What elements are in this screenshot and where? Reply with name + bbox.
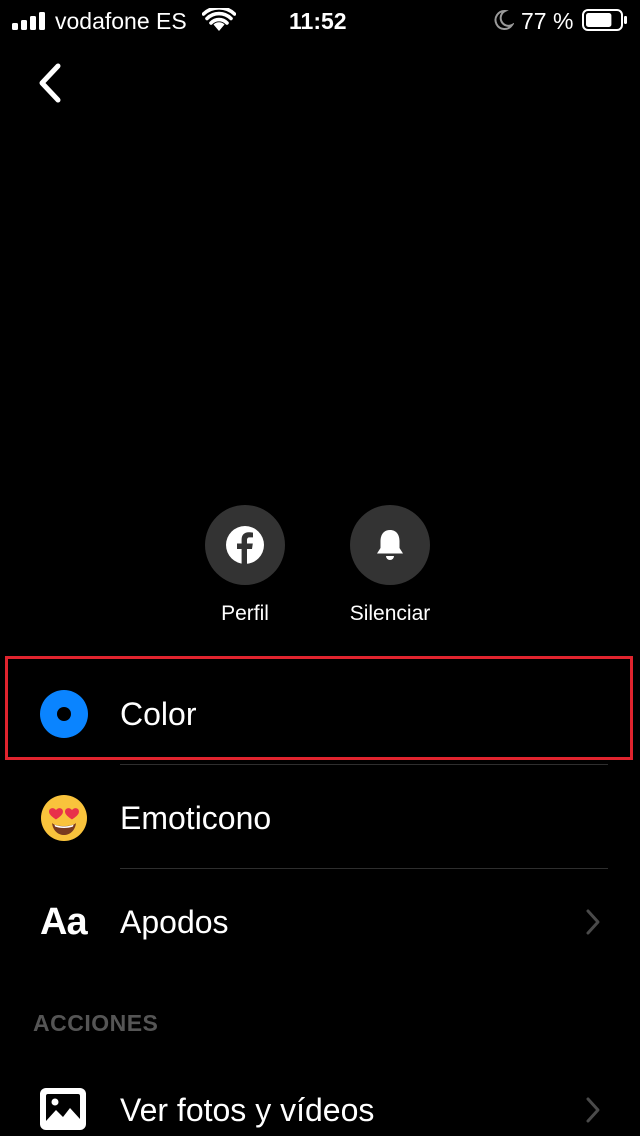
status-bar: vodafone ES 11:52 77 % [0, 0, 640, 42]
color-dot-icon [40, 690, 88, 738]
text-aa-icon: Aa [40, 901, 88, 943]
profile-circle[interactable] [205, 505, 285, 585]
profile-label: Perfil [221, 602, 269, 625]
signal-icon [12, 12, 48, 30]
divider [120, 764, 608, 765]
chevron-right-icon [586, 909, 600, 935]
photo-icon [40, 1088, 86, 1130]
nicknames-label: Apodos [120, 904, 229, 940]
media-label: Ver fotos y vídeos [120, 1092, 375, 1128]
profile-button[interactable]: Perfil [175, 505, 315, 635]
emoji-label: Emoticono [120, 800, 272, 836]
clock: 11:52 [289, 8, 347, 34]
color-row[interactable] [0, 660, 640, 764]
mute-label: Silenciar [349, 602, 431, 625]
chevron-left-icon [39, 63, 61, 103]
battery-percentage: 77 % [521, 8, 574, 34]
battery-icon [582, 9, 627, 31]
chevron-right-icon [586, 1097, 600, 1123]
emoji-row[interactable] [0, 766, 640, 868]
mute-circle[interactable] [350, 505, 430, 585]
bell-icon [377, 530, 403, 560]
color-label: Color [120, 696, 197, 732]
facebook-icon [226, 526, 264, 564]
mute-button[interactable]: Silenciar [320, 505, 460, 635]
wifi-icon [202, 8, 236, 31]
moon-icon [494, 9, 514, 30]
section-header-actions: ACCIONES [33, 1010, 159, 1036]
heart-eyes-emoji-icon [41, 795, 87, 841]
divider [120, 868, 608, 869]
carrier-name: vodafone ES [55, 8, 187, 34]
nicknames-row[interactable] [0, 870, 640, 974]
back-button[interactable] [30, 58, 70, 108]
